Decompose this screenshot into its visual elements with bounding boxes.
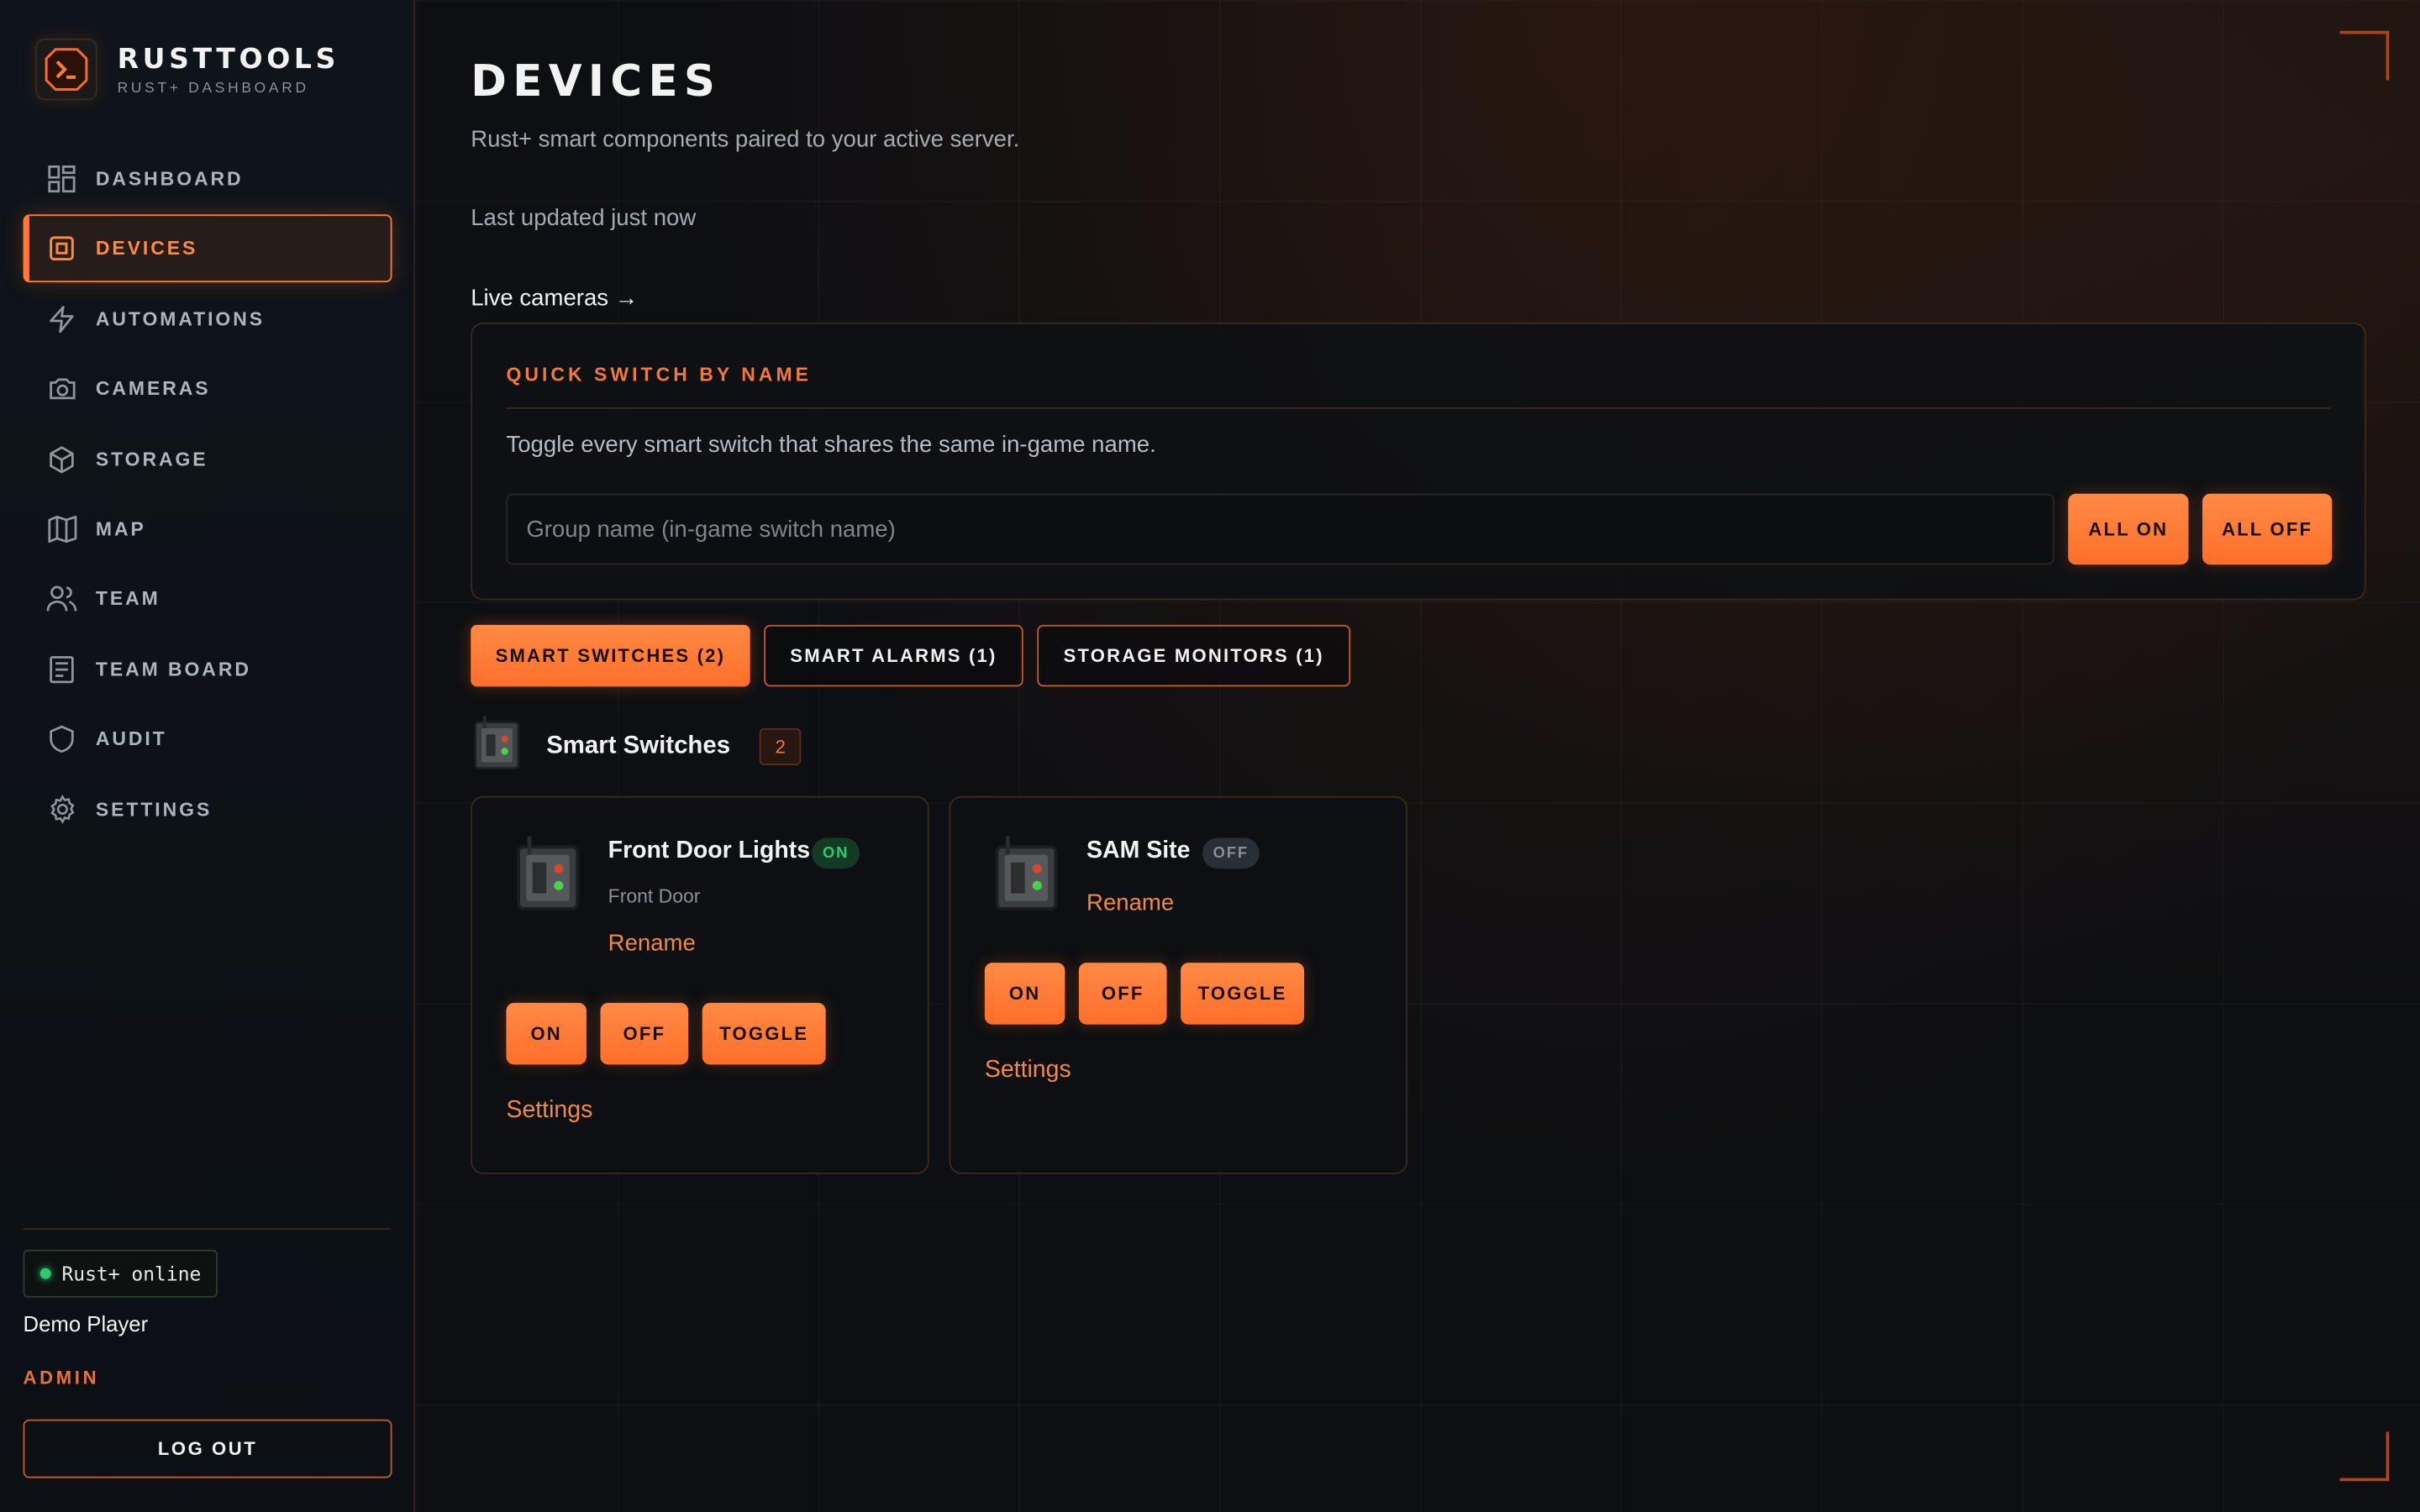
page-subtitle: Rust+ smart components paired to your ac… [471,126,1020,153]
smart-switch-icon [471,713,526,780]
device-name: Front Door Lights [608,837,811,864]
sidebar-item-label: AUTOMATIONS [95,307,265,330]
rename-link[interactable]: Rename [608,931,696,957]
users-icon [46,584,77,615]
off-button[interactable]: OFF [600,1002,689,1065]
device-actions: ON OFF TOGGLE [984,963,1318,1025]
brand-title: RUSTTOOLS [117,42,339,76]
tab-storage-monitors[interactable]: STORAGE MONITORS (1) [1037,624,1351,687]
last-updated-text: Last updated just now [471,205,697,232]
quick-switch-divider [506,407,2331,409]
section-count-badge: 2 [759,727,802,765]
settings-link[interactable]: Settings [506,1097,592,1125]
sidebar-item-settings[interactable]: SETTINGS [24,775,392,843]
sidebar-item-dashboard[interactable]: DASHBOARD [24,145,392,213]
sidebar-item-automations[interactable]: AUTOMATIONS [24,285,392,353]
grid-icon [46,164,77,195]
quick-switch-title: QUICK SWITCH BY NAME [506,364,813,386]
group-name-input[interactable] [506,493,2054,565]
box-icon [46,444,77,475]
sidebar-item-cameras[interactable]: CAMERAS [24,355,392,423]
rename-link[interactable]: Rename [1086,890,1174,916]
main-content: DEVICES Rust+ smart components paired to… [416,0,2420,1512]
sidebar-item-label: TEAM BOARD [95,658,251,680]
smart-switch-icon [991,833,1065,914]
status-dot-icon [39,1268,51,1279]
brand-subtitle: RUST+ DASHBOARD [117,79,309,97]
sidebar-item-label: CAMERAS [95,378,211,401]
sidebar-item-team-board[interactable]: TEAM BOARD [24,635,392,703]
sidebar-item-map[interactable]: MAP [24,496,392,564]
device-card: Front Door Lights ON Front Door Rename O… [471,795,929,1174]
logout-button[interactable]: LOG OUT [23,1419,392,1478]
device-actions: ON OFF TOGGLE [506,1002,839,1065]
live-cameras-link[interactable]: Live cameras → [471,286,638,312]
on-button[interactable]: ON [506,1002,587,1065]
sidebar-item-label: STORAGE [95,448,208,470]
sidebar-item-team[interactable]: TEAM [24,565,392,633]
sidebar-item-label: AUDIT [95,728,167,750]
player-role: ADMIN [23,1367,100,1389]
all-off-button[interactable]: ALL OFF [2202,493,2333,565]
tab-smart-switches[interactable]: SMART SWITCHES (2) [471,624,750,687]
app-root: RUSTTOOLS RUST+ DASHBOARD DASHBOARD DEVI… [0,0,2420,1512]
toggle-button[interactable]: TOGGLE [702,1002,826,1065]
brand[interactable]: RUSTTOOLS RUST+ DASHBOARD [35,38,339,101]
connection-status: Rust+ online [23,1249,218,1298]
device-state-badge: ON [812,837,860,869]
device-state-badge: OFF [1202,837,1260,869]
off-button[interactable]: OFF [1078,963,1167,1025]
sidebar: RUSTTOOLS RUST+ DASHBOARD DASHBOARD DEVI… [0,0,416,1512]
chip-icon [46,234,77,265]
settings-link[interactable]: Settings [985,1057,1071,1084]
corner-decoration-top-right [2339,30,2390,81]
section-header: Smart Switches 2 [471,713,802,780]
sidebar-item-storage[interactable]: STORAGE [24,425,392,493]
sidebar-item-devices[interactable]: DEVICES [23,215,392,283]
camera-icon [46,374,77,405]
smart-switch-icon [513,833,587,914]
sidebar-nav: DASHBOARD DEVICES AUTOMATIONS CAMERAS ST… [23,145,392,846]
sidebar-item-label: TEAM [95,588,160,611]
device-name: SAM Site [1086,837,1191,864]
board-icon [46,654,77,685]
sidebar-item-label: DASHBOARD [95,168,244,190]
map-icon [46,514,77,545]
toggle-button[interactable]: TOGGLE [1181,963,1305,1025]
bolt-icon [46,303,77,334]
page-title: DEVICES [471,55,722,107]
player-name: Demo Player [23,1311,149,1336]
quick-switch-description: Toggle every smart switch that shares th… [506,432,1156,459]
status-text: Rust+ online [61,1262,202,1285]
gear-icon [46,794,77,825]
sidebar-item-label: DEVICES [95,238,198,260]
on-button[interactable]: ON [984,963,1065,1025]
device-group: Front Door [608,885,701,907]
sidebar-item-audit[interactable]: AUDIT [24,706,392,774]
sidebar-item-label: MAP [95,518,146,540]
section-title: Smart Switches [546,732,731,759]
device-card: SAM Site OFF Rename ON OFF TOGGLE Settin… [949,795,1408,1174]
sidebar-divider [23,1228,391,1230]
corner-decoration-bottom-right [2339,1431,2390,1482]
device-tabs: SMART SWITCHES (2) SMART ALARMS (1) STOR… [471,624,1364,687]
tab-smart-alarms[interactable]: SMART ALARMS (1) [764,624,1023,687]
sidebar-item-label: SETTINGS [95,798,213,821]
quick-switch-panel: QUICK SWITCH BY NAME Toggle every smart … [471,322,2366,601]
all-on-button[interactable]: ALL ON [2068,493,2189,565]
terminal-icon [35,38,97,101]
shield-icon [46,724,77,755]
